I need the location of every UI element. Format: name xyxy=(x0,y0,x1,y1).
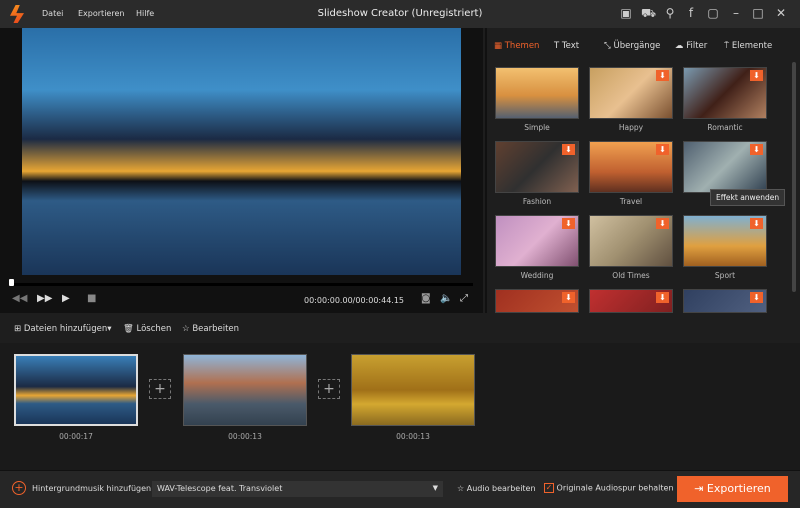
play-icon[interactable]: ▶ xyxy=(62,293,70,304)
close-icon[interactable]: ✕ xyxy=(774,6,788,20)
theme-thumbnail[interactable]: ⬇ xyxy=(683,215,767,267)
clip-duration: 00:00:13 xyxy=(228,432,262,441)
paint-roller-icon: ⍑ xyxy=(724,41,732,51)
theme-thumbnail[interactable]: ⬇ xyxy=(495,215,579,267)
add-folder-icon: ⊞ xyxy=(14,324,24,334)
video-preview xyxy=(22,28,461,275)
tab-text[interactable]: T Text xyxy=(554,41,579,51)
theme-thumbnail[interactable]: ⬇ xyxy=(589,215,673,267)
star-edit-icon: ☆ xyxy=(182,324,193,334)
download-icon[interactable]: ⬇ xyxy=(656,70,669,81)
rewind-icon[interactable]: ◀◀ xyxy=(12,293,27,304)
filter-icon: ☁ xyxy=(675,41,687,51)
delete-button[interactable]: 🗑 Löschen xyxy=(123,324,171,334)
chevron-down-icon: ▼ xyxy=(432,484,438,492)
theme-label: Sport xyxy=(714,271,736,280)
theme-label: Old Times xyxy=(612,271,650,280)
cart-icon[interactable]: ⛟ xyxy=(641,6,656,20)
seek-handle[interactable] xyxy=(9,279,14,286)
text-icon: T xyxy=(554,41,562,51)
volume-icon[interactable]: 🔈 xyxy=(440,293,452,304)
theme-thumbnail[interactable]: ⬇ xyxy=(589,67,673,119)
add-music-icon[interactable]: + xyxy=(12,481,26,495)
tab-elemente[interactable]: ⍑ Elemente xyxy=(724,41,772,51)
clip-duration: 00:00:17 xyxy=(59,432,93,441)
theme-label: Romantic xyxy=(707,123,743,132)
stop-icon[interactable]: ■ xyxy=(87,293,96,304)
theme-label: Travel xyxy=(619,197,643,206)
add-transition-button[interactable]: + xyxy=(318,379,340,399)
edit-button[interactable]: ☆ Bearbeiten xyxy=(182,324,239,334)
download-icon[interactable]: ⬇ xyxy=(562,292,575,303)
fullscreen-icon[interactable]: ⤢ xyxy=(460,293,468,304)
theme-thumbnail[interactable]: ⬇ xyxy=(683,67,767,119)
transition-icon: ⤡ xyxy=(604,41,614,51)
clip-thumbnail[interactable] xyxy=(351,354,475,426)
download-icon[interactable]: ⬇ xyxy=(656,144,669,155)
theme-scrollbar[interactable] xyxy=(792,62,796,292)
minimize-icon[interactable]: – xyxy=(729,6,743,20)
window-title: Slideshow Creator (Unregistriert) xyxy=(317,8,483,19)
star-edit-icon: ☆ xyxy=(457,484,467,493)
theme-label: Wedding xyxy=(520,271,554,280)
download-icon[interactable]: ⬇ xyxy=(562,144,575,155)
snapshot-icon[interactable]: ◙ xyxy=(421,293,431,304)
music-label: Hintergrundmusik hinzufügen: xyxy=(32,484,154,493)
keep-audio-checkbox[interactable]: ✓ Originale Audiospur behalten xyxy=(544,483,674,493)
trash-icon: 🗑 xyxy=(123,324,137,334)
export-icon: ⇥ xyxy=(694,482,707,495)
theme-label: Simple xyxy=(524,123,550,132)
theme-thumbnail[interactable]: ⬇ xyxy=(589,289,673,313)
theme-thumbnail[interactable] xyxy=(495,67,579,119)
theme-thumbnail[interactable]: ⬇ xyxy=(683,141,767,193)
tooltip: Effekt anwenden xyxy=(710,189,786,206)
theme-label: Fashion xyxy=(522,197,552,206)
register-icon[interactable]: ▣ xyxy=(619,6,633,20)
download-icon[interactable]: ⬇ xyxy=(656,292,669,303)
tab-uebergaenge[interactable]: ⤡ Übergänge xyxy=(604,41,660,51)
add-files-button[interactable]: ⊞ Dateien hinzufügen▾ xyxy=(14,324,111,334)
music-select[interactable]: WAV-Telescope feat. Transviolet ▼ xyxy=(152,481,443,497)
download-icon[interactable]: ⬇ xyxy=(750,144,763,155)
clip-thumbnail[interactable] xyxy=(183,354,307,426)
checkbox-checked-icon: ✓ xyxy=(544,483,554,493)
clip-thumbnail[interactable] xyxy=(14,354,138,426)
download-icon[interactable]: ⬇ xyxy=(750,70,763,81)
theme-thumbnail[interactable]: ⬇ xyxy=(683,289,767,313)
file-toolbar xyxy=(0,313,800,343)
grid-icon: ▦ xyxy=(494,41,505,51)
tab-themen[interactable]: ▦ Themen xyxy=(494,41,539,51)
add-transition-button[interactable]: + xyxy=(149,379,171,399)
theme-thumbnail[interactable]: ⬇ xyxy=(495,141,579,193)
clip-duration: 00:00:13 xyxy=(396,432,430,441)
audio-edit-button[interactable]: ☆ Audio bearbeiten xyxy=(457,484,536,493)
facebook-icon[interactable]: f xyxy=(684,6,698,20)
export-button[interactable]: ⇥ Exportieren xyxy=(677,476,788,502)
fast-forward-icon[interactable]: ▶▶ xyxy=(37,293,52,304)
feedback-icon[interactable]: ▢ xyxy=(706,6,720,20)
download-icon[interactable]: ⬇ xyxy=(562,218,575,229)
theme-label: Happy xyxy=(618,123,644,132)
time-readout: 00:00:00.00/00:00:44.15 xyxy=(304,296,404,305)
download-icon[interactable]: ⬇ xyxy=(656,218,669,229)
maximize-icon[interactable]: □ xyxy=(751,6,765,20)
key-icon[interactable]: ⚲ xyxy=(663,6,677,20)
theme-thumbnail[interactable]: ⬇ xyxy=(589,141,673,193)
download-icon[interactable]: ⬇ xyxy=(750,218,763,229)
theme-thumbnail[interactable]: ⬇ xyxy=(495,289,579,313)
tab-filter[interactable]: ☁ Filter xyxy=(675,41,707,51)
seek-bar[interactable] xyxy=(10,283,473,286)
download-icon[interactable]: ⬇ xyxy=(750,292,763,303)
